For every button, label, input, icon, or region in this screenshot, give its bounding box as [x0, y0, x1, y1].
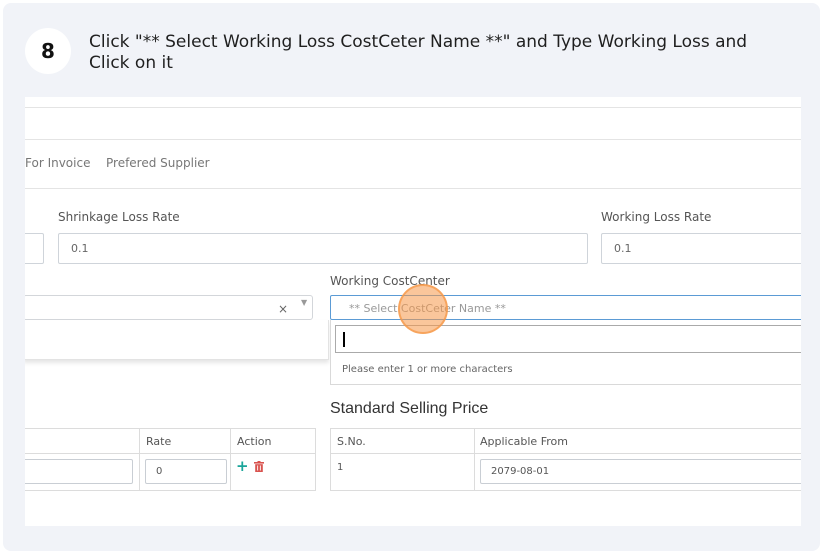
- caret-down-icon[interactable]: ▼: [301, 298, 307, 307]
- divider: [25, 139, 801, 140]
- dropdown-hint: Please enter 1 or more characters: [342, 364, 513, 375]
- action-column-header: Action: [237, 435, 272, 448]
- divider: [25, 188, 801, 189]
- sno-cell: 1: [337, 462, 344, 473]
- rate-input[interactable]: 0: [145, 459, 227, 484]
- applicable-from-column-header: Applicable From: [480, 435, 568, 448]
- left-partial-input[interactable]: [25, 233, 44, 264]
- add-icon[interactable]: +: [236, 457, 249, 475]
- sno-column-header: S.No.: [337, 435, 366, 448]
- column-divider: [230, 428, 231, 491]
- applicable-from-input[interactable]: 2079-08-01: [480, 459, 801, 484]
- column-divider: [139, 428, 140, 491]
- tab-for-invoice[interactable]: For Invoice: [25, 156, 90, 170]
- table-row-input[interactable]: [25, 459, 133, 484]
- left-select[interactable]: [25, 295, 313, 320]
- shrinkage-loss-rate-label: Shrinkage Loss Rate: [58, 210, 180, 224]
- divider: [25, 107, 801, 108]
- tab-prefered-supplier[interactable]: Prefered Supplier: [106, 156, 210, 170]
- left-dropdown-panel: [25, 320, 329, 360]
- text-cursor: [343, 332, 345, 347]
- clear-icon[interactable]: ×: [278, 302, 288, 316]
- step-instruction: Click "** Select Working Loss CostCeter …: [89, 32, 748, 73]
- rate-column-header: Rate: [146, 435, 172, 448]
- app-screenshot: For Invoice Prefered Supplier Shrinkage …: [25, 97, 801, 526]
- step-number-badge: 8: [25, 28, 71, 74]
- working-loss-rate-label: Working Loss Rate: [601, 210, 712, 224]
- row-divider: [330, 453, 801, 454]
- costcenter-search-input[interactable]: [335, 325, 801, 353]
- column-divider: [474, 428, 475, 491]
- standard-selling-price-title: Standard Selling Price: [330, 400, 489, 417]
- row-divider: [25, 453, 316, 454]
- click-highlight-marker: [398, 284, 448, 334]
- delete-icon[interactable]: [254, 461, 264, 472]
- working-loss-rate-input[interactable]: 0.1: [601, 233, 801, 264]
- shrinkage-loss-rate-input[interactable]: 0.1: [58, 233, 588, 264]
